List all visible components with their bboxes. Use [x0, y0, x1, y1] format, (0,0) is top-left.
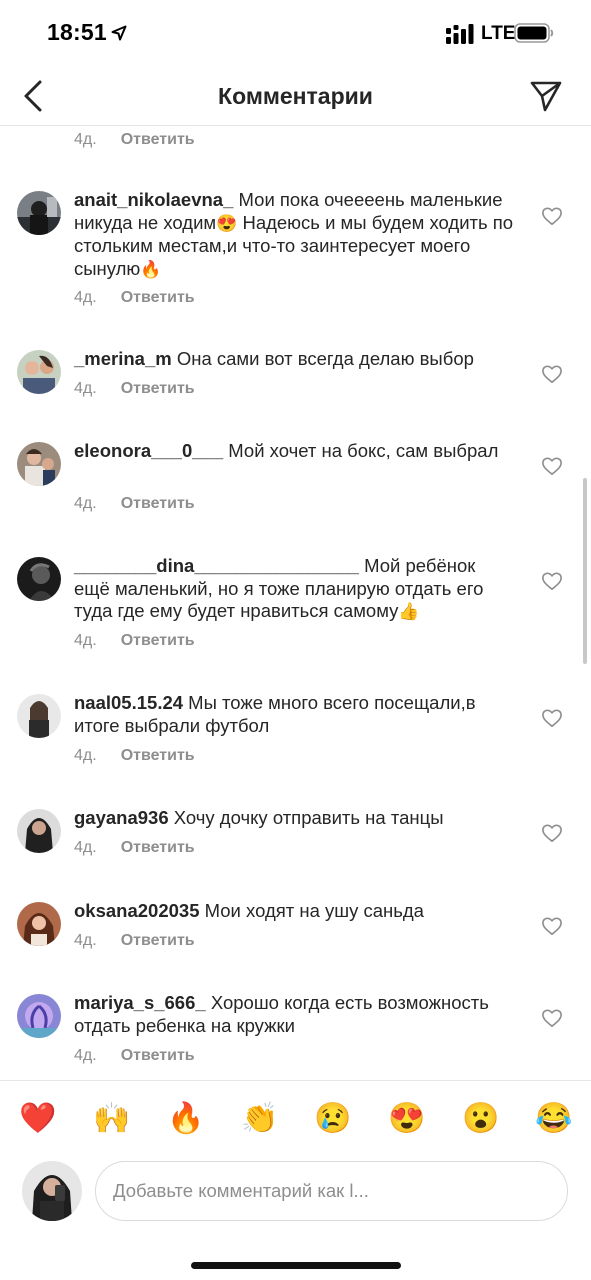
page-title: Комментарии [218, 83, 373, 109]
comment-meta: 4д. Ответить [74, 632, 195, 650]
comment-time: 4д. [74, 131, 97, 148]
comment-time: 4д. [74, 747, 97, 764]
comment-username[interactable]: ________dina________________ [74, 555, 359, 576]
heart-icon[interactable] [541, 823, 563, 843]
comment-meta: 4д. Ответить [74, 1047, 195, 1065]
status-bar: 18:51 LTE [0, 0, 591, 66]
header: Комментарии [0, 66, 591, 126]
comment-composer [0, 1158, 591, 1226]
fire-emoji-icon: 🔥 [140, 259, 162, 279]
comment-username[interactable]: eleonora___0___ [74, 440, 223, 461]
clapping-hands-emoji-button[interactable]: 👏 [241, 1101, 278, 1137]
crying-face-emoji-button[interactable]: 😢 [314, 1101, 351, 1137]
heart-eyes-emoji-icon: 😍 [216, 213, 238, 233]
comment-time: 4д. [74, 380, 97, 397]
avatar[interactable] [17, 350, 61, 394]
emoji-reaction-bar: ❤️ 🙌 🔥 👏 😢 😍 😮 😂 [0, 1080, 591, 1156]
comment-username[interactable]: oksana202035 [74, 900, 200, 921]
avatar[interactable] [17, 191, 61, 235]
heart-icon[interactable] [541, 571, 563, 591]
avatar[interactable] [17, 809, 61, 853]
fire-emoji-button[interactable]: 🔥 [167, 1101, 204, 1137]
thumbs-up-emoji-icon: 👍 [398, 602, 420, 621]
comment-input[interactable] [95, 1161, 568, 1221]
comment-time: 4д. [74, 1047, 97, 1064]
avatar[interactable] [17, 694, 61, 738]
comment-time: 4д. [74, 839, 97, 856]
comment-username[interactable]: _merina_m [74, 348, 172, 369]
reply-button[interactable]: Ответить [121, 839, 195, 856]
my-avatar [22, 1161, 82, 1221]
comment-meta: 4д. Ответить [74, 289, 195, 307]
reply-button[interactable]: Ответить [121, 495, 195, 512]
comment-list[interactable]: 4д. Ответить anait_nikolaevna_ Мои пока о… [0, 127, 591, 1079]
raised-hands-emoji-button[interactable]: 🙌 [93, 1101, 130, 1137]
back-button[interactable] [16, 76, 52, 116]
comment-text: ________dina________________ Мой ребёнок… [74, 555, 484, 621]
comment-time: 4д. [74, 932, 97, 949]
network-label: LTE [481, 23, 516, 44]
comment-time: 4д. [74, 495, 97, 512]
red-heart-emoji-button[interactable]: ❤️ [19, 1101, 56, 1137]
reply-button[interactable]: Ответить [121, 747, 195, 764]
comment-username[interactable]: mariya_s_666_ [74, 992, 206, 1013]
comment-text: mariya_s_666_ Хорошо когда есть возможно… [74, 992, 489, 1036]
reply-button[interactable]: Ответить [121, 932, 195, 949]
reply-button[interactable]: Ответить [121, 289, 195, 306]
avatar[interactable] [17, 557, 61, 601]
comment-meta: 4д. Ответить [74, 839, 195, 857]
heart-icon[interactable] [541, 1008, 563, 1028]
surprised-face-emoji-button[interactable]: 😮 [462, 1101, 499, 1137]
scrollbar[interactable] [583, 478, 587, 664]
comment-meta: 4д. Ответить [74, 495, 195, 513]
comment-username[interactable]: gayana936 [74, 807, 169, 828]
heart-eyes-emoji-button[interactable]: 😍 [388, 1101, 425, 1137]
comment-text: oksana202035 Мои ходят на ушу саньда [74, 900, 424, 921]
reply-button[interactable]: Ответить [121, 1047, 195, 1064]
comment-text: eleonora___0___ Мой хочет на бокс, сам в… [74, 440, 499, 461]
comment-meta: 4д. Ответить [74, 747, 195, 765]
home-indicator[interactable] [191, 1262, 401, 1269]
comment-text: _merina_m Она сами вот всегда делаю выбо… [74, 348, 474, 369]
reply-button[interactable]: Ответить [121, 632, 195, 649]
status-time: 18:51 [47, 19, 107, 45]
battery-icon [514, 23, 554, 43]
reply-button[interactable]: Ответить [121, 380, 195, 397]
heart-icon[interactable] [541, 916, 563, 936]
comment-meta: 4д. Ответить [74, 932, 195, 950]
reply-button[interactable]: Ответить [121, 131, 195, 148]
comment-text: gayana936 Хочу дочку отправить на танцы [74, 807, 444, 828]
heart-icon[interactable] [541, 364, 563, 384]
tears-of-joy-emoji-button[interactable]: 😂 [535, 1101, 572, 1137]
location-arrow-icon [111, 25, 127, 41]
comment-username[interactable]: naal05.15.24 [74, 692, 183, 713]
avatar[interactable] [17, 902, 61, 946]
avatar[interactable] [17, 442, 61, 486]
comment-time: 4д. [74, 632, 97, 649]
comment-text: anait_nikolaevna_ Мои пока очеееень мале… [74, 189, 514, 279]
avatar[interactable] [17, 994, 61, 1038]
comment-meta: 4д. Ответить [74, 131, 195, 149]
heart-icon[interactable] [541, 456, 563, 476]
comment-meta: 4д. Ответить [74, 380, 195, 398]
comment-text: naal05.15.24 Мы тоже много всего посещал… [74, 692, 476, 736]
comment-username[interactable]: anait_nikolaevna_ [74, 189, 233, 210]
heart-icon[interactable] [541, 708, 563, 728]
heart-icon[interactable] [541, 206, 563, 226]
comment-time: 4д. [74, 289, 97, 306]
paper-plane-icon[interactable] [528, 78, 564, 114]
signal-icon [446, 24, 474, 44]
